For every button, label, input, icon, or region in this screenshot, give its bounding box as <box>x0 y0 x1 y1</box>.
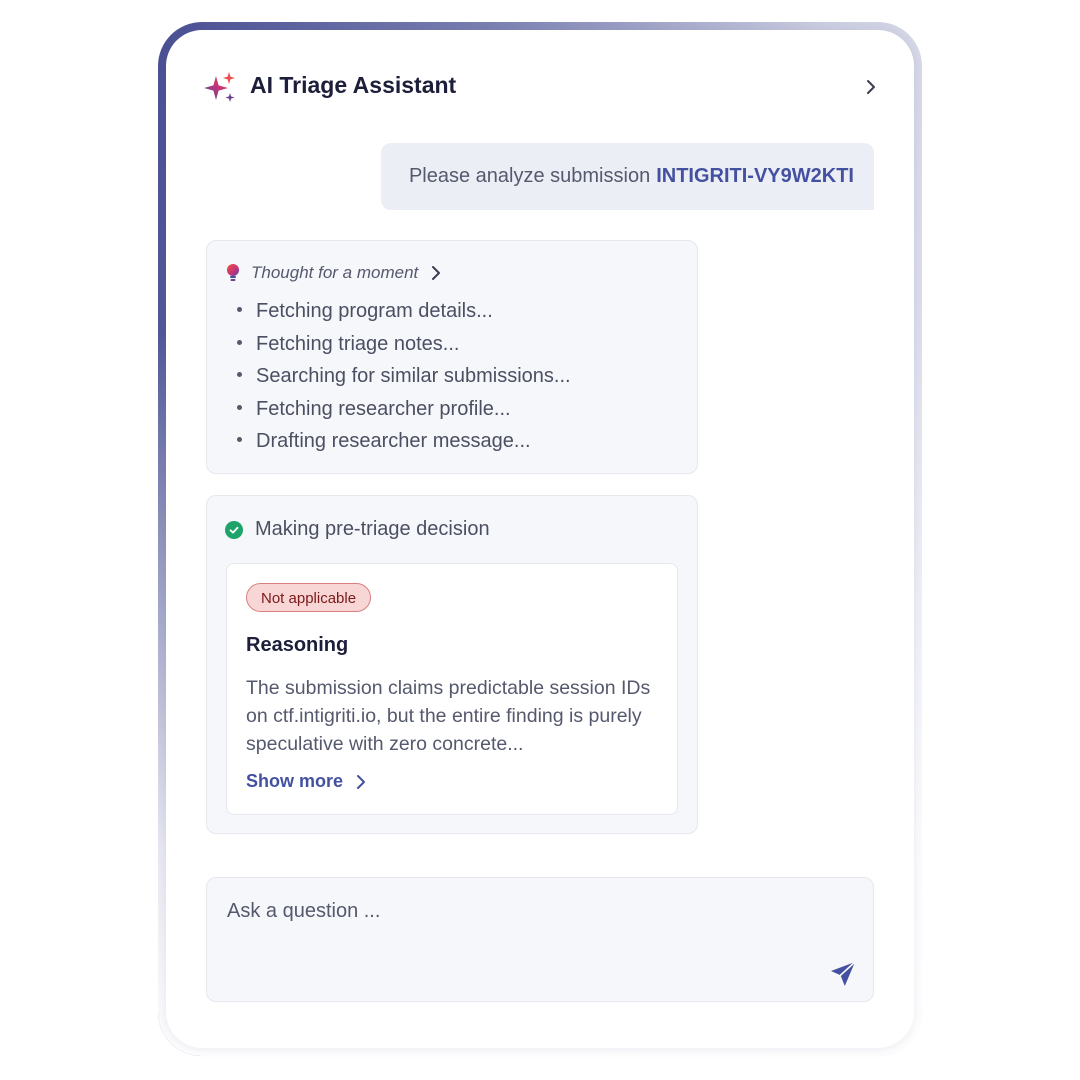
step-text: Fetching triage notes... <box>256 332 460 355</box>
show-more-label: Show more <box>246 771 344 791</box>
decision-header: Making pre-triage decision <box>225 518 490 541</box>
step-text: Drafting researcher message... <box>256 430 531 452</box>
list-item: Drafting researcher message... <box>237 428 571 461</box>
decision-panel: Making pre-triage decision Not applicabl… <box>206 495 698 834</box>
thought-label: Thought for a moment <box>251 263 419 282</box>
question-input-box <box>206 877 874 1002</box>
step-text: Fetching program details... <box>256 300 493 322</box>
status-badge: Not applicable <box>246 583 372 612</box>
list-item: Searching for similar submissions... <box>237 363 571 396</box>
reasoning-title: Reasoning <box>246 634 349 656</box>
thought-toggle[interactable]: Thought for a moment <box>225 261 446 285</box>
show-more-link[interactable]: Show more <box>246 771 369 792</box>
thought-steps: Fetching program details... Fetching tri… <box>237 298 571 461</box>
chevron-right-icon[interactable] <box>860 76 882 98</box>
user-message-bubble: Please analyze submission INTIGRITI-VY9W… <box>381 143 874 210</box>
chevron-right-icon <box>357 774 366 789</box>
decision-label: Making pre-triage decision <box>255 518 490 540</box>
step-text: Searching for similar submissions... <box>256 365 571 387</box>
reasoning-text: The submission claims predictable sessio… <box>246 677 651 755</box>
bullet <box>237 437 242 443</box>
panel-title: AI Triage Assistant <box>250 72 457 98</box>
chevron-right-icon <box>432 266 441 280</box>
list-item: Fetching researcher profile... <box>237 396 571 429</box>
check-circle-icon <box>225 520 243 539</box>
user-message-text: Please analyze submission <box>408 165 651 187</box>
bullet <box>237 372 242 378</box>
decision-result-card: Not applicable Reasoning The submission … <box>226 563 678 815</box>
triage-assistant-panel: AI Triage Assistant Please analyze submi… <box>166 30 914 1048</box>
list-item: Fetching triage notes... <box>237 331 571 364</box>
submission-id: INTIGRITI-VY9W2KTI <box>656 165 854 187</box>
bullet <box>237 307 242 313</box>
send-icon[interactable] <box>829 960 857 988</box>
step-text: Fetching researcher profile... <box>256 397 511 420</box>
sparkle-icon <box>204 72 235 102</box>
bullet <box>237 339 242 345</box>
list-item: Fetching program details... <box>237 298 571 331</box>
lightbulb-icon <box>227 264 239 281</box>
thought-panel: Thought for a moment Fetching program de… <box>206 240 698 474</box>
bullet <box>237 404 242 410</box>
question-input[interactable] <box>225 898 789 972</box>
